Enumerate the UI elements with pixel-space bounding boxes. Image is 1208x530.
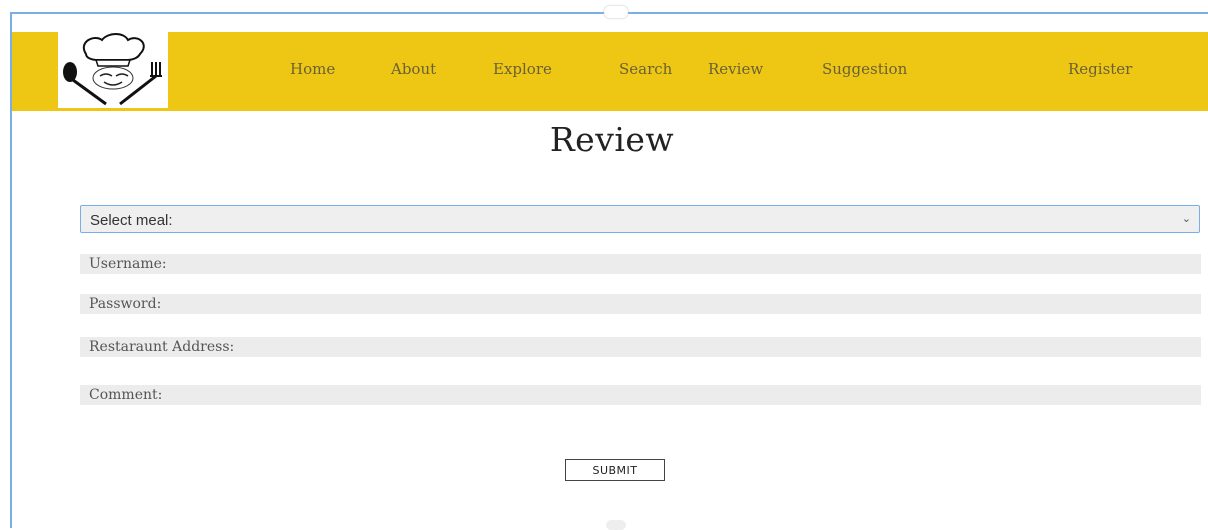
navbar: [12, 32, 1208, 111]
restaurant-address-field[interactable]: Restaraunt Address:: [80, 337, 1201, 357]
restaurant-address-label: Restaraunt Address:: [89, 339, 235, 355]
resize-handle-top[interactable]: [604, 6, 628, 18]
username-label: Username:: [89, 256, 167, 272]
nav-explore[interactable]: Explore: [493, 60, 552, 78]
nav-register[interactable]: Register: [1068, 60, 1132, 78]
chevron-down-icon: ⌄: [1181, 213, 1191, 225]
meal-select[interactable]: Select meal: ⌄: [80, 205, 1200, 233]
comment-label: Comment:: [89, 387, 163, 403]
meal-select-value: Select meal:: [90, 212, 173, 229]
password-label: Password:: [89, 296, 162, 312]
page-title: Review: [549, 120, 675, 159]
nav-search[interactable]: Search: [619, 60, 672, 78]
resize-handle-bottom[interactable]: [606, 520, 626, 530]
nav-about[interactable]: About: [391, 60, 436, 78]
logo[interactable]: [58, 32, 168, 108]
username-field[interactable]: Username:: [80, 254, 1201, 274]
password-field[interactable]: Password:: [80, 294, 1201, 314]
chef-hat-icon: [63, 33, 162, 106]
nav-suggestion[interactable]: Suggestion: [822, 60, 907, 78]
nav-home[interactable]: Home: [290, 60, 335, 78]
submit-button[interactable]: SUBMIT: [565, 459, 665, 481]
nav-review[interactable]: Review: [708, 60, 763, 78]
comment-field[interactable]: Comment:: [80, 385, 1201, 405]
